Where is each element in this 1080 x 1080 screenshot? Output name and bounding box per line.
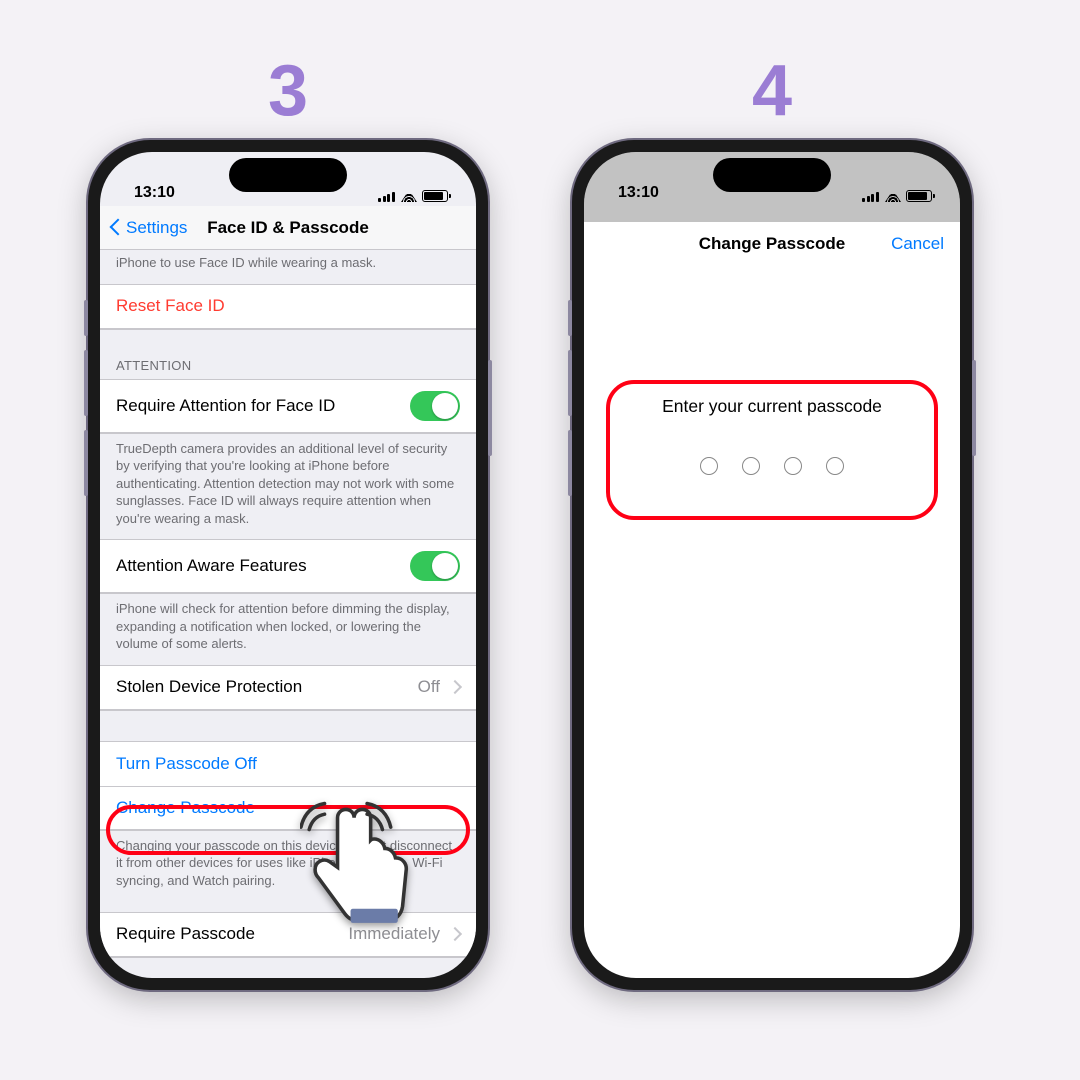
- dynamic-island: [229, 158, 347, 192]
- require-attention-row[interactable]: Require Attention for Face ID: [100, 380, 476, 433]
- passcode-dots[interactable]: [700, 457, 844, 475]
- status-time: 13:10: [134, 184, 175, 202]
- volume-down-button: [568, 350, 572, 416]
- step-number-3: 3: [268, 50, 308, 132]
- passcode-entry-body: Enter your current passcode: [584, 266, 960, 978]
- wifi-icon: [401, 190, 417, 202]
- phone-mockup-left: 13:10 Settings Face ID & Passcode iPhone…: [88, 140, 488, 990]
- mask-hint: iPhone to use Face ID while wearing a ma…: [100, 250, 476, 272]
- battery-icon: [906, 190, 932, 202]
- turn-passcode-off-button[interactable]: Turn Passcode Off: [100, 742, 476, 786]
- cancel-button[interactable]: Cancel: [891, 234, 944, 254]
- tap-cursor-icon: [300, 800, 420, 930]
- attention-header: ATTENTION: [100, 330, 476, 379]
- step-number-4: 4: [752, 50, 792, 132]
- passcode-dot: [826, 457, 844, 475]
- modal-title: Change Passcode: [699, 234, 845, 254]
- volume-up-button: [84, 300, 88, 336]
- battery-icon: [422, 190, 448, 202]
- stolen-device-value: Off: [418, 677, 440, 697]
- power-button: [972, 360, 976, 456]
- reset-faceid-button[interactable]: Reset Face ID: [100, 285, 476, 329]
- attention-aware-row[interactable]: Attention Aware Features: [100, 540, 476, 593]
- toggle-switch-on[interactable]: [410, 391, 460, 421]
- chevron-right-icon: [450, 677, 460, 697]
- chevron-right-icon: [450, 924, 460, 944]
- back-label: Settings: [126, 218, 187, 238]
- dynamic-island: [713, 158, 831, 192]
- phone-mockup-right: 13:10 Change Passcode Cancel Enter your …: [572, 140, 972, 990]
- cellular-icon: [378, 190, 396, 202]
- nav-title: Face ID & Passcode: [207, 218, 369, 238]
- modal-nav-bar: Change Passcode Cancel: [584, 222, 960, 266]
- power-button: [488, 360, 492, 456]
- chevron-left-icon: [106, 218, 126, 238]
- status-time: 13:10: [618, 184, 659, 202]
- passcode-dot: [742, 457, 760, 475]
- passcode-dot: [700, 457, 718, 475]
- side-switch: [84, 430, 88, 496]
- passcode-dot: [784, 457, 802, 475]
- volume-down-button: [84, 350, 88, 416]
- wifi-icon: [885, 190, 901, 202]
- cellular-icon: [862, 190, 880, 202]
- passcode-prompt: Enter your current passcode: [662, 396, 882, 417]
- attention-aware-hint: iPhone will check for attention before d…: [100, 594, 476, 653]
- volume-up-button: [568, 300, 572, 336]
- toggle-switch-on[interactable]: [410, 551, 460, 581]
- screen-right: 13:10 Change Passcode Cancel Enter your …: [584, 152, 960, 978]
- side-switch: [568, 430, 572, 496]
- stolen-device-row[interactable]: Stolen Device Protection Off: [100, 666, 476, 710]
- nav-bar: Settings Face ID & Passcode: [100, 206, 476, 250]
- back-button[interactable]: Settings: [106, 218, 187, 238]
- require-attention-hint: TrueDepth camera provides an additional …: [100, 434, 476, 528]
